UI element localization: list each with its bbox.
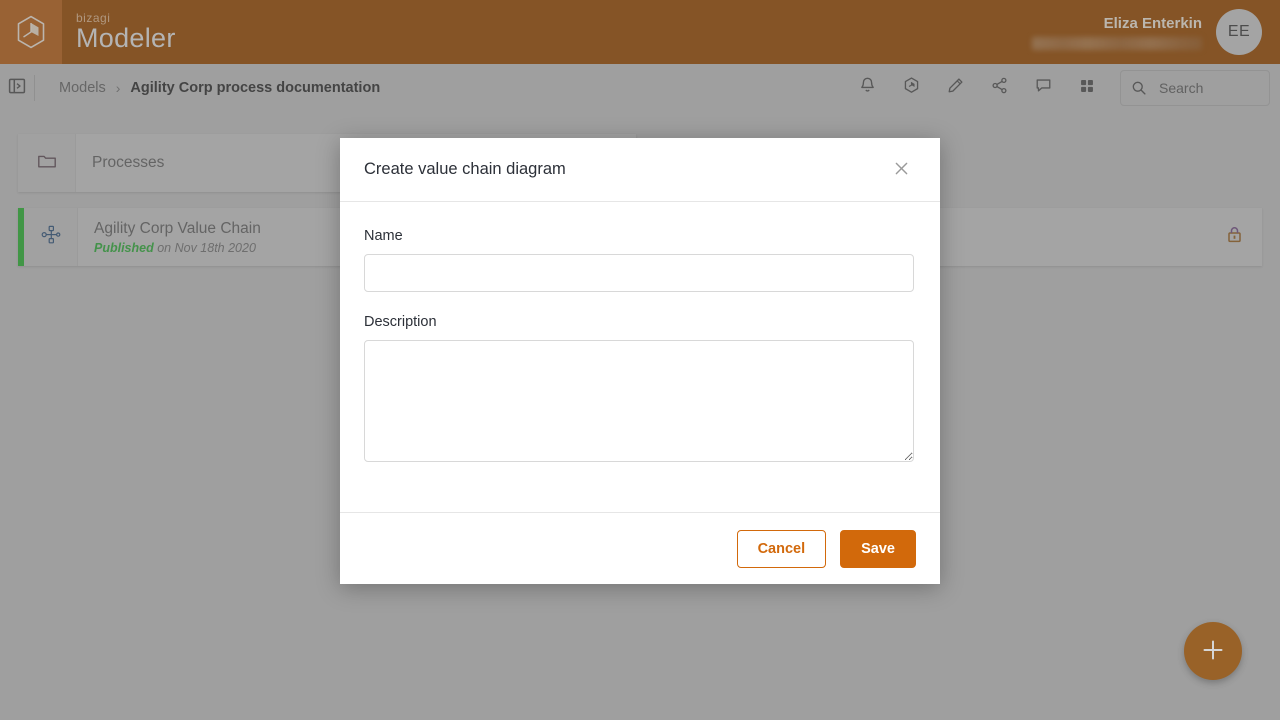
save-button[interactable]: Save [840, 529, 916, 568]
dialog-footer: Cancel Save [340, 512, 940, 584]
name-field-label: Name [364, 228, 403, 244]
dialog-title: Create value chain diagram [364, 160, 566, 178]
app-root: bizagi Modeler Eliza Enterkin EE Models … [0, 0, 1280, 720]
name-input[interactable] [364, 254, 914, 292]
dialog-body: Name Description [340, 202, 940, 512]
close-icon [892, 159, 911, 181]
description-textarea[interactable] [364, 340, 914, 462]
close-button[interactable] [886, 155, 916, 185]
dialog-header: Create value chain diagram [340, 138, 940, 202]
cancel-button[interactable]: Cancel [736, 529, 827, 568]
description-field-label: Description [364, 314, 437, 330]
create-value-chain-dialog: Create value chain diagram Name Descript… [340, 138, 940, 584]
field-spacer [364, 292, 916, 314]
